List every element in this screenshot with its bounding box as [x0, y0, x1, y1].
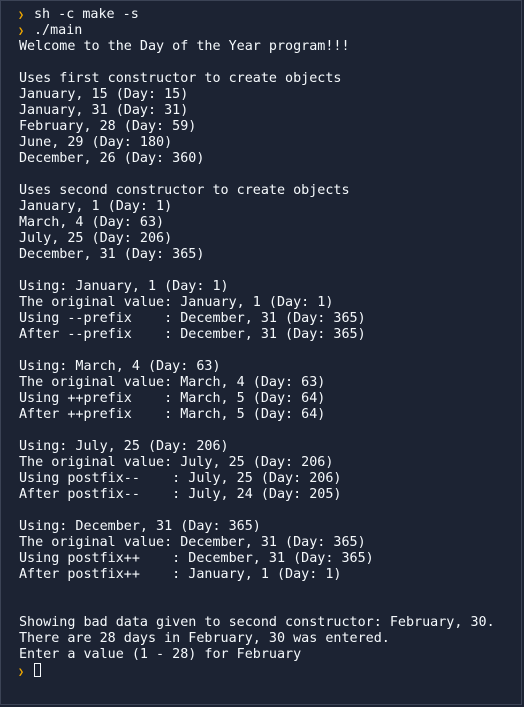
output-line: Using: December, 31 (Day: 365): [19, 519, 261, 534]
command-text: ./main: [34, 23, 83, 38]
output-line: The original value: March, 4 (Day: 63): [19, 375, 326, 390]
output-line: January, 31 (Day: 31): [19, 103, 189, 118]
output-line: Using: July, 25 (Day: 206): [19, 439, 229, 454]
command-line: ❯ sh -c make -s: [18, 7, 521, 23]
output-line: Uses second constructor to create object…: [19, 183, 350, 198]
output-line: Uses first constructor to create objects: [19, 71, 342, 86]
output-line: Using ++prefix : March, 5 (Day: 64): [19, 391, 326, 406]
output-line: Using --prefix : December, 31 (Day: 365): [19, 311, 366, 326]
output-line: June, 29 (Day: 180): [19, 135, 173, 150]
chevron-right-icon: ❯: [18, 10, 25, 21]
output-line: After --prefix : December, 31 (Day: 365): [19, 327, 366, 342]
output-line: Using postfix++ : December, 31 (Day: 365…: [19, 551, 374, 566]
output-line: The original value: December, 31 (Day: 3…: [19, 535, 366, 550]
chevron-right-icon: ❯: [18, 667, 25, 678]
output-line: December, 31 (Day: 365): [19, 247, 205, 262]
output-line: January, 1 (Day: 1): [19, 199, 173, 214]
output-line: July, 25 (Day: 206): [19, 231, 173, 246]
output-line: The original value: January, 1 (Day: 1): [19, 295, 334, 310]
output-line: After postfix++ : January, 1 (Day: 1): [19, 567, 342, 582]
output-line: January, 15 (Day: 15): [19, 87, 189, 102]
output-line: There are 28 days in February, 30 was en…: [19, 631, 390, 646]
output-line: Using postfix-- : July, 25 (Day: 206): [19, 471, 342, 486]
output-line: After ++prefix : March, 5 (Day: 64): [19, 407, 326, 422]
output-line: February, 28 (Day: 59): [19, 119, 197, 134]
input-line[interactable]: ❯: [18, 663, 521, 679]
chevron-right-icon: ❯: [18, 26, 25, 37]
output-line: Using: January, 1 (Day: 1): [19, 279, 229, 294]
output-line: Using: March, 4 (Day: 63): [19, 359, 221, 374]
output-line: Enter a value (1 - 28) for February: [19, 647, 302, 662]
output-line: Welcome to the Day of the Year program!!…: [19, 39, 350, 54]
command-line: ❯ ./main: [18, 23, 521, 39]
text-cursor[interactable]: [34, 663, 41, 677]
terminal-output: Welcome to the Day of the Year program!!…: [19, 39, 521, 663]
scrollbar[interactable]: [517, 3, 520, 703]
output-line: March, 4 (Day: 63): [19, 215, 165, 230]
output-line: After postfix-- : July, 24 (Day: 205): [19, 487, 342, 502]
output-line: Showing bad data given to second constru…: [19, 615, 495, 630]
command-text: sh -c make -s: [34, 7, 139, 22]
output-line: The original value: July, 25 (Day: 206): [19, 455, 334, 470]
output-line: December, 26 (Day: 360): [19, 151, 205, 166]
terminal-window[interactable]: ❯ sh -c make -s ❯ ./main Welcome to the Da…: [0, 0, 522, 705]
